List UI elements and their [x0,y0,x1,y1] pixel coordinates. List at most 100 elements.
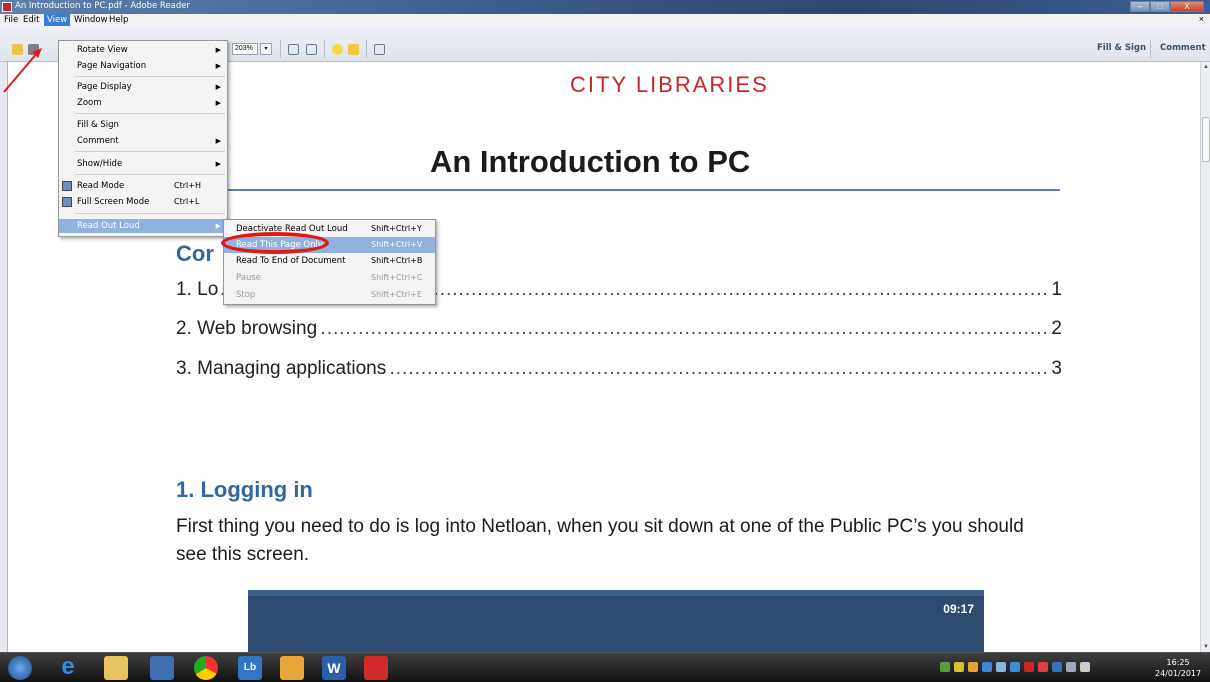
submenu-arrow-icon: ▶ [215,62,221,70]
submenu-arrow-icon: ▶ [215,222,221,230]
menu-shortcut: Ctrl+H [174,181,201,190]
toolbar-divider [324,40,325,58]
view-menu: Rotate View ▶ Page Navigation ▶ Page Displ… [58,40,228,237]
word-icon[interactable]: W [322,656,346,680]
menu-help[interactable]: Help [106,14,131,26]
fit-page-icon[interactable] [306,44,317,55]
menu-item-show-hide[interactable]: Show/Hide ▶ [59,157,227,171]
close-button[interactable]: X [1170,1,1204,12]
submenu-arrow-icon: ▶ [215,160,221,168]
adobe-reader-icon [2,2,12,12]
tray-icon[interactable] [954,662,964,672]
internet-explorer-icon[interactable]: e [56,655,80,680]
tray-icon[interactable] [940,662,950,672]
netloan-screenshot: 09:17 [248,590,984,652]
taskbar: e Lb W 16:25 24/01/2017 [0,652,1210,682]
minimize-button[interactable]: – [1130,1,1150,12]
menu-item-stop: Stop Shift+Ctrl+E [224,287,435,303]
menu-item-label: Zoom [77,98,102,108]
lync-icon[interactable]: Lb [238,656,262,680]
menu-item-read-mode[interactable]: Read Mode Ctrl+H [59,179,227,193]
toc-label: 3. Managing applications [176,358,389,380]
maximize-button[interactable]: □ [1150,1,1170,12]
menu-window[interactable]: Window [71,14,111,26]
scroll-thumb[interactable] [1202,117,1210,162]
menu-item-page-display[interactable]: Page Display ▶ [59,80,227,94]
tray-icon[interactable] [968,662,978,672]
menu-shortcut: Shift+Ctrl+V [371,240,423,249]
menu-divider [75,151,225,152]
expand-icon[interactable] [374,44,385,55]
menu-item-label: Pause [236,273,261,283]
comment-tab[interactable]: Comment [1160,43,1206,53]
fit-width-icon[interactable] [288,44,299,55]
menu-item-label: Read Out Loud [77,221,140,231]
start-button-icon[interactable] [8,656,32,680]
menu-shortcut: Shift+Ctrl+C [371,273,423,282]
document-title: An Introduction to PC [430,144,751,179]
submenu-arrow-icon: ▶ [215,46,221,54]
tray-icon[interactable] [982,662,992,672]
toc-page: 3 [1051,358,1062,379]
zoom-input[interactable]: 203% [232,43,258,55]
toolbar-divider [280,40,281,58]
file-explorer-icon[interactable] [104,656,128,680]
menu-shortcut: Shift+Ctrl+B [371,256,423,265]
volume-icon[interactable] [1080,662,1090,672]
fill-sign-tab[interactable]: Fill & Sign [1097,43,1146,53]
zoom-dropdown-icon[interactable]: ▾ [260,43,272,55]
menu-file[interactable]: File [1,14,21,26]
submenu-arrow-icon: ▶ [215,99,221,107]
menu-divider [75,174,225,175]
scroll-up-icon[interactable]: ▲ [1203,64,1209,70]
navigation-pane[interactable] [0,62,8,652]
menu-item-pause: Pause Shift+Ctrl+C [224,270,435,286]
clock-date: 24/01/2017 [1155,669,1202,678]
highlight-icon[interactable] [348,44,359,55]
toc-entry: ........................................… [176,318,1062,344]
toc-label: 1. Lo [176,279,221,301]
sticky-note-icon[interactable] [332,44,343,55]
menu-item-fill-sign[interactable]: Fill & Sign [59,118,227,132]
scroll-down-icon[interactable]: ▼ [1203,644,1209,650]
menu-item-read-out-loud[interactable]: Read Out Loud ▶ [59,219,227,233]
menu-item-read-to-end[interactable]: Read To End of Document Shift+Ctrl+B [224,253,435,269]
document-close-icon[interactable]: × [1199,14,1204,24]
tray-icon[interactable] [996,662,1006,672]
system-tray [940,662,1090,672]
chrome-icon[interactable] [194,656,218,680]
menu-item-page-navigation[interactable]: Page Navigation ▶ [59,59,227,73]
tray-icon[interactable] [1038,662,1048,672]
read-mode-icon [62,181,72,191]
section-paragraph: First thing you need to do is log into N… [176,516,1024,565]
media-player-icon[interactable] [150,656,174,680]
menu-item-label: Comment [77,136,119,146]
menu-item-comment[interactable]: Comment ▶ [59,134,227,148]
menu-item-zoom[interactable]: Zoom ▶ [59,96,227,110]
tray-icon[interactable] [1010,662,1020,672]
tray-icon[interactable] [1052,662,1062,672]
annotation-circle [221,232,329,254]
menu-divider [75,76,225,77]
menu-item-full-screen[interactable]: Full Screen Mode Ctrl+L [59,195,227,209]
library-heading: CITY LIBRARIES [570,72,769,97]
menu-view[interactable]: View [44,14,71,26]
menu-item-rotate-view[interactable]: Rotate View ▶ [59,43,227,57]
menu-edit[interactable]: Edit [20,14,42,26]
taskbar-clock[interactable]: 16:25 24/01/2017 [1155,657,1201,679]
vertical-scrollbar[interactable]: ▲ ▼ [1200,62,1210,652]
menu-divider [75,113,225,114]
network-icon[interactable] [1066,662,1076,672]
toolbar-divider [1150,40,1151,58]
clock-time: 16:25 [1166,658,1190,667]
toc-label: 2. Web browsing [176,318,320,340]
menu-shortcut: Shift+Ctrl+E [371,290,422,299]
menu-shortcut: Ctrl+L [174,197,200,206]
adobe-reader-taskbar-icon[interactable] [364,656,388,680]
toolbar-divider [366,40,367,58]
menu-item-label: Rotate View [77,45,128,55]
title-bar: An Introduction to PC.pdf - Adobe Reader… [0,0,1210,14]
tray-icon[interactable] [1024,662,1034,672]
outlook-icon[interactable] [280,656,304,680]
title-divider [176,189,1060,191]
